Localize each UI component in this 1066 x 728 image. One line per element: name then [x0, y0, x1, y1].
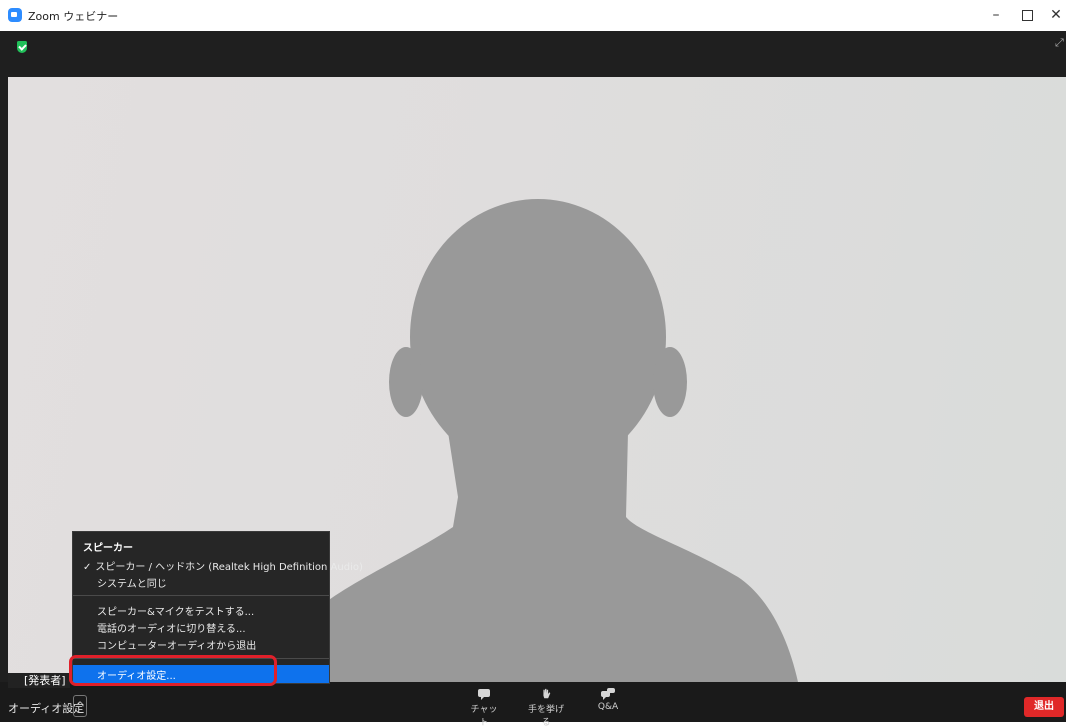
menu-item-leave-computer-audio[interactable]: コンピューターオーディオから退出 — [97, 637, 256, 652]
chat-button[interactable]: チャット — [469, 688, 499, 728]
maximize-icon — [1021, 10, 1033, 21]
qa-button[interactable]: Q&A — [594, 688, 622, 712]
minimize-button[interactable]: – — [985, 4, 1007, 26]
raise-hand-label: 手を挙げる — [527, 705, 564, 728]
window-title: Zoom ウェビナー — [28, 10, 119, 23]
presenter-name-tag: [発表者] — [8, 673, 70, 688]
qa-label: Q&A — [597, 702, 619, 712]
video-left-border — [0, 77, 8, 682]
menu-item-same-as-system[interactable]: システムと同じ — [97, 575, 167, 590]
menu-item-test-speaker-mic[interactable]: スピーカー&マイクをテストする... — [97, 603, 254, 618]
title-bar: Zoom ウェビナー – ✕ — [0, 0, 1066, 32]
qa-bubbles-icon — [601, 688, 615, 700]
chat-bubble-icon — [478, 689, 490, 700]
security-shield-icon[interactable] — [17, 41, 27, 53]
speaker-device-label: スピーカー / ヘッドホン (Realtek High Definition A… — [95, 562, 363, 573]
chat-label: チャット — [470, 705, 498, 728]
audio-options-caret-button[interactable]: ^ — [73, 695, 87, 717]
leave-button[interactable]: 退出 — [1024, 697, 1064, 717]
menu-item-speaker-device[interactable]: ✓ スピーカー / ヘッドホン (Realtek High Definition … — [83, 558, 363, 573]
raise-hand-icon — [543, 688, 551, 699]
close-button[interactable]: ✕ — [1045, 4, 1066, 26]
menu-divider — [73, 595, 329, 596]
speaker-heading: スピーカー — [83, 543, 133, 554]
fullscreen-expand-icon[interactable]: ⤢ — [1055, 37, 1065, 48]
raise-hand-button[interactable]: 手を挙げる — [524, 688, 568, 728]
meeting-top-bar — [0, 31, 1066, 77]
highlight-annotation — [69, 655, 277, 686]
menu-item-switch-to-phone[interactable]: 電話のオーディオに切り替える... — [97, 620, 246, 635]
maximize-button[interactable] — [1016, 4, 1038, 26]
checkmark-icon: ✓ — [83, 562, 92, 573]
zoom-app-icon — [8, 8, 22, 22]
